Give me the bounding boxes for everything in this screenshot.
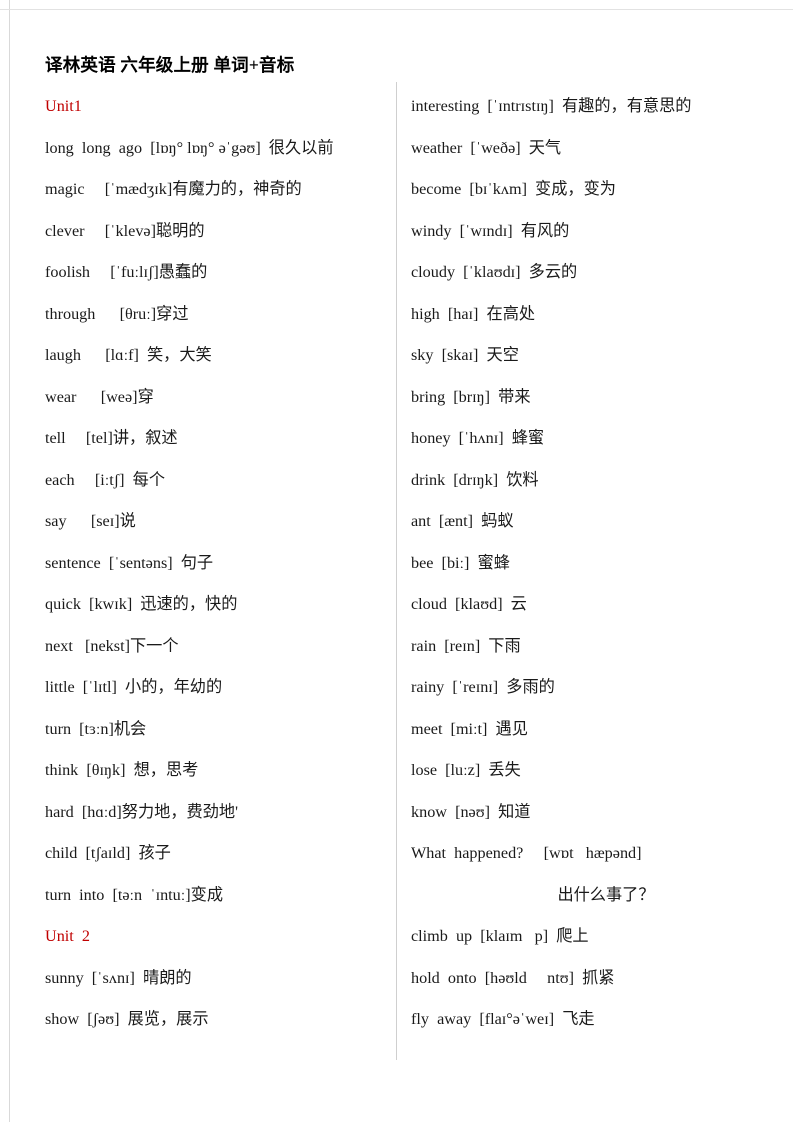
vocabulary-entry: each [iːtʃ] 每个 [45,470,166,489]
vocabulary-column-right: interesting [ˈɪntrɪstɪŋ] 有趣的，有意思的 weather… [411,86,771,1041]
vocabulary-entry: turn [tɜːn]机会 [45,719,147,738]
vocabulary-entry: through [θruː]穿过 [45,304,189,323]
document-page: 译林英语 六年级上册 单词+音标 Unit1 long long ago [lɒŋ… [0,0,793,1122]
vocabulary-entry: sky [skaɪ] 天空 [411,346,519,364]
column-divider [396,82,397,1060]
vocabulary-entry: What happened? [wɒt hæpənd] [411,844,642,862]
vocabulary-entry: foolish [ˈfuːlɪʃ]愚蠢的 [45,263,208,281]
vocabulary-entry: sentence [ˈsentəns] 句子 [45,553,214,572]
page-title: 译林英语 六年级上册 单词+音标 [45,55,295,75]
vocabulary-entry: become [bɪˈkʌm] 变成，变为 [411,180,616,198]
vocabulary-entry: laugh [lɑːf] 笑，大笑 [45,346,212,364]
vocabulary-entry: sunny [ˈsʌnɪ] 晴朗的 [45,968,192,987]
vocabulary-entry: weather [ˈweðə] 天气 [411,138,562,157]
unit-heading: Unit1 [45,97,82,115]
vocabulary-entry: tell [tel]讲，叙述 [45,429,178,447]
vocabulary-entry: turn into [təːn ˈɪntuː]变成 [45,885,224,904]
vocabulary-entry: think [θɪŋk] 想，思考 [45,761,199,779]
vocabulary-entry: magic [ˈmædʒɪk]有魔力的，神奇的 [45,180,302,198]
vocabulary-entry: cloud [klaʊd] 云 [411,595,527,613]
vocabulary-entry: hard [hɑːd]努力地，费劲地' [45,802,239,821]
vocabulary-entry: lose [luːz] 丢失 [411,761,521,779]
entry-continuation-line: 出什么事了？ [557,885,655,904]
page-top-rule [0,9,793,10]
vocabulary-entry: show [ʃəʊ] 展览，展示 [45,1010,209,1028]
vocabulary-entry: next [nekst]下一个 [45,636,179,655]
vocabulary-entry: child [tʃaɪld] 孩子 [45,844,171,862]
vocabulary-entry: rain [reɪn] 下雨 [411,636,521,655]
vocabulary-entry: long long ago [lɒŋ° lɒŋ° əˈgəʊ] 很久以前 [45,138,334,157]
vocabulary-entry: bee [biː] 蜜蜂 [411,553,510,572]
vocabulary-entry: wear [weə]穿 [45,387,154,406]
vocabulary-column-left: Unit1 long long ago [lɒŋ° lɒŋ° əˈgəʊ] 很久以… [45,86,385,1041]
vocabulary-entry: say [seɪ]说 [45,512,136,530]
vocabulary-entry: clever [ˈklevə]聪明的 [45,221,205,240]
vocabulary-entry: cloudy [ˈklaʊdɪ] 多云的 [411,263,578,281]
vocabulary-entry: high [haɪ] 在高处 [411,304,536,323]
vocabulary-entry: climb up [klaɪm p] 爬上 [411,927,589,945]
vocabulary-entry: drink [drɪŋk] 饮料 [411,470,539,489]
page-left-rule [9,0,10,1122]
vocabulary-entry: bring [brɪŋ] 带来 [411,387,531,406]
vocabulary-entry: interesting [ˈɪntrɪstɪŋ] 有趣的，有意思的 [411,97,692,115]
vocabulary-entry: honey [ˈhʌnɪ] 蜂蜜 [411,429,545,447]
vocabulary-entry: quick [kwɪk] 迅速的，快的 [45,595,238,613]
vocabulary-entry: rainy [ˈreɪnɪ] 多雨的 [411,678,555,696]
vocabulary-entry: fly away [flaɪ°əˈweɪ] 飞走 [411,1010,595,1028]
vocabulary-entry: hold onto [həʊld ntʊ] 抓紧 [411,968,615,987]
vocabulary-entry: ant [ænt] 蚂蚁 [411,512,514,530]
vocabulary-entry: know [nəʊ] 知道 [411,802,531,821]
vocabulary-entry: little [ˈlɪtl] 小的，年幼的 [45,678,223,696]
vocabulary-entry: windy [ˈwɪndɪ] 有风的 [411,221,570,240]
vocabulary-entry: meet [miːt] 遇见 [411,719,528,738]
unit-heading: Unit 2 [45,927,90,945]
